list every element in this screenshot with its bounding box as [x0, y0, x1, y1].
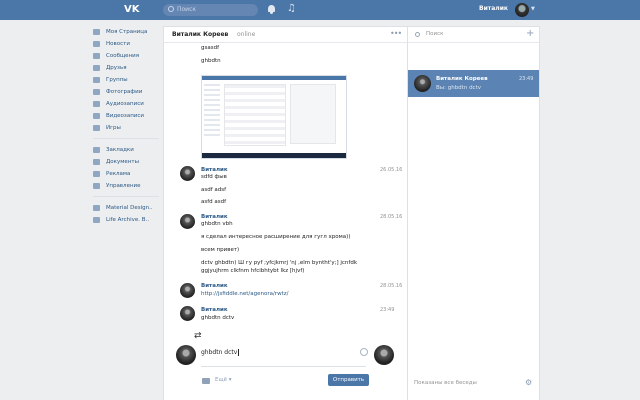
message-link[interactable]: http://jsfiddle.net/agenora/rwtz/: [201, 291, 288, 298]
partner-avatar[interactable]: [374, 345, 394, 365]
message-time: 23:49: [380, 307, 395, 313]
avatar: [414, 75, 431, 92]
message-author[interactable]: Виталик: [201, 214, 228, 220]
dialogs-search-placeholder: Поиск: [426, 31, 444, 37]
groups-icon: [93, 77, 100, 83]
nav-divider: [93, 196, 159, 197]
audio-icon: [93, 101, 100, 107]
text-caret: [238, 349, 240, 356]
message-author[interactable]: Виталик: [201, 307, 228, 313]
message-text: ghbdtn dctv: [201, 315, 235, 321]
dialog-time: 23:49: [519, 76, 534, 82]
message-input[interactable]: ghbdtn dctv: [201, 345, 368, 367]
message-text: asfd asdf: [201, 199, 227, 205]
message-author[interactable]: Виталик: [201, 167, 228, 173]
dialog-preview: Вы: ghbdtn dctv: [436, 85, 481, 91]
message-text: ggjyujhrm clkfnm hfcibhtybt lkz [hjvf): [201, 268, 305, 274]
dialog-item[interactable]: Виталик Кореев 23:49 Вы: ghbdtn dctv: [408, 70, 539, 97]
app-icon: [93, 217, 100, 223]
avatar[interactable]: [180, 214, 195, 229]
top-user-name[interactable]: Виталик: [479, 5, 508, 13]
music-note-icon[interactable]: ♫: [287, 3, 296, 15]
nav-item-messages[interactable]: Сообщения: [93, 50, 163, 62]
nav-item-games[interactable]: Игры: [93, 122, 163, 134]
nav-item-app-material[interactable]: Material Design..: [93, 202, 163, 214]
nav-item-video[interactable]: Видеозаписи: [93, 110, 163, 122]
send-button[interactable]: Отправить: [328, 374, 369, 386]
search-icon: [415, 32, 420, 37]
message-text: я сделал интересное расширение для гугл …: [201, 234, 351, 240]
chat-partner-name[interactable]: Виталик Кореев: [172, 31, 228, 38]
nav-item-my-page[interactable]: Моя Страница: [93, 26, 163, 38]
nav-item-audio[interactable]: Аудиозаписи: [93, 98, 163, 110]
vk-logo[interactable]: VK: [124, 4, 140, 15]
nav-divider: [93, 138, 159, 139]
news-icon: [93, 41, 100, 47]
message-icon: [93, 53, 100, 59]
nav-item-photos[interactable]: Фотографии: [93, 86, 163, 98]
top-bar: VK Поиск ♫ Виталик ▼: [0, 0, 640, 20]
dialogs-search-input[interactable]: Поиск +: [408, 27, 539, 43]
document-icon: [93, 159, 100, 165]
ads-icon: [93, 171, 100, 177]
nav-item-documents[interactable]: Документы: [93, 156, 163, 168]
message-time: 28.05.16: [380, 214, 403, 220]
message-time: 26.05.16: [380, 167, 403, 173]
friends-icon: [93, 65, 100, 71]
left-nav: Моя Страница Новости Сообщения Друзья Гр…: [93, 26, 163, 226]
nav-item-bookmarks[interactable]: Закладки: [93, 144, 163, 156]
more-attachments-dropdown[interactable]: Ещё ▾: [215, 377, 232, 383]
gear-icon[interactable]: ⚙: [525, 378, 532, 387]
video-icon: [93, 113, 100, 119]
nav-item-groups[interactable]: Группы: [93, 74, 163, 86]
message-text: sdfd фыв: [201, 174, 227, 180]
star-icon: [93, 147, 100, 153]
search-icon: [168, 6, 174, 12]
photo-icon: [93, 89, 100, 95]
games-icon: [93, 125, 100, 131]
top-search-input[interactable]: Поиск: [163, 4, 258, 16]
dialog-name: Виталик Кореев: [436, 76, 488, 82]
message-author[interactable]: Виталик: [201, 283, 228, 289]
top-avatar[interactable]: [515, 3, 529, 17]
chat-partner-status: online: [237, 31, 256, 38]
search-placeholder: Поиск: [177, 6, 197, 13]
nav-item-ads[interactable]: Реклама: [93, 168, 163, 180]
avatar[interactable]: [180, 306, 195, 321]
nav-item-app-life-archive[interactable]: Life Archive. В..: [93, 214, 163, 226]
message-text: dctv ghbdtn) Ш гу рyf ;yfcjkmrj 'nj ,elm…: [201, 260, 358, 266]
new-dialog-plus-icon[interactable]: +: [526, 28, 534, 39]
camera-icon[interactable]: [202, 378, 210, 384]
my-avatar: [176, 345, 196, 365]
message-image-attachment[interactable]: [201, 75, 347, 159]
avatar[interactable]: [180, 283, 195, 298]
message-text: всем привет): [201, 247, 240, 253]
manage-icon: [93, 183, 100, 189]
nav-item-manage[interactable]: Управление: [93, 180, 163, 192]
home-icon: [93, 29, 100, 35]
message-text: ghbdtn: [201, 58, 221, 64]
chat-panel: Виталик Кореев online ••• gsasdf ghbdtn …: [163, 26, 408, 400]
more-options-icon[interactable]: •••: [390, 29, 402, 38]
bell-icon[interactable]: [268, 4, 275, 14]
chat-header: Виталик Кореев online •••: [164, 27, 407, 43]
dialogs-footer-text: Показаны все беседы: [414, 380, 477, 386]
message-draft: ghbdtn dctv: [201, 349, 240, 356]
chevron-down-icon[interactable]: ▼: [531, 6, 535, 12]
avatar[interactable]: [180, 166, 195, 181]
emoji-icon[interactable]: [360, 348, 368, 356]
message-text: asdf adsf: [201, 187, 227, 193]
nav-item-friends[interactable]: Друзья: [93, 62, 163, 74]
swap-arrows-icon[interactable]: ⇄: [194, 331, 202, 341]
message-text: ghbdtn vbh: [201, 221, 233, 227]
message-time: 28.05.16: [380, 283, 403, 289]
app-icon: [93, 205, 100, 211]
message-text: gsasdf: [201, 45, 220, 51]
nav-item-news[interactable]: Новости: [93, 38, 163, 50]
dialogs-panel: Поиск + Виталик Кореев 23:49 Вы: ghbdtn …: [408, 26, 540, 400]
